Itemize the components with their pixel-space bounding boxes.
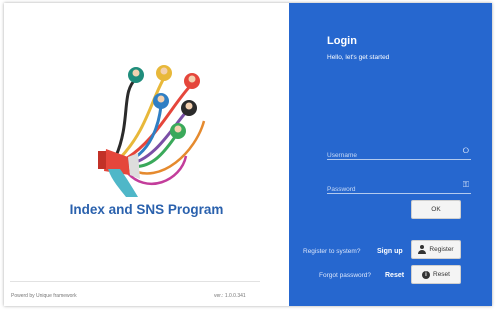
user-outline-icon: ⭘ xyxy=(462,146,469,155)
version-text: ver.: 1.0.0.341 xyxy=(214,293,246,299)
signup-link[interactable]: Sign up xyxy=(377,248,403,255)
register-question: Register to system? xyxy=(303,248,361,255)
footer-divider xyxy=(10,281,260,282)
register-button[interactable]: Register xyxy=(411,240,461,259)
login-title: Login xyxy=(327,35,357,47)
powered-by-text: Powerd by Unique framework xyxy=(11,293,77,299)
info-icon: i xyxy=(422,270,430,279)
ok-button-label: OK xyxy=(431,206,441,213)
password-input[interactable] xyxy=(327,182,447,197)
username-field-wrap: ⭘ xyxy=(327,144,471,163)
login-panel: Login Hello, let's get started ⭘ ⚿ OK Re… xyxy=(289,3,492,306)
user-icon xyxy=(418,245,427,254)
megaphone-network-illustration xyxy=(98,65,206,197)
username-input[interactable] xyxy=(327,148,447,163)
app-title: Index and SNS Program xyxy=(69,202,224,217)
key-icon: ⚿ xyxy=(462,180,469,189)
login-subtitle: Hello, let's get started xyxy=(327,54,390,61)
ok-button[interactable]: OK xyxy=(411,200,461,219)
login-window: Index and SNS Program Powerd by Unique f… xyxy=(4,3,492,306)
reset-link[interactable]: Reset xyxy=(385,272,404,279)
branding-panel: Index and SNS Program Powerd by Unique f… xyxy=(4,3,289,306)
reset-button-label: Reset xyxy=(433,271,450,278)
password-field-wrap: ⚿ xyxy=(327,178,471,197)
register-button-label: Register xyxy=(429,246,454,253)
forgot-question: Forgot password? xyxy=(319,272,372,279)
reset-button[interactable]: i Reset xyxy=(411,265,461,284)
